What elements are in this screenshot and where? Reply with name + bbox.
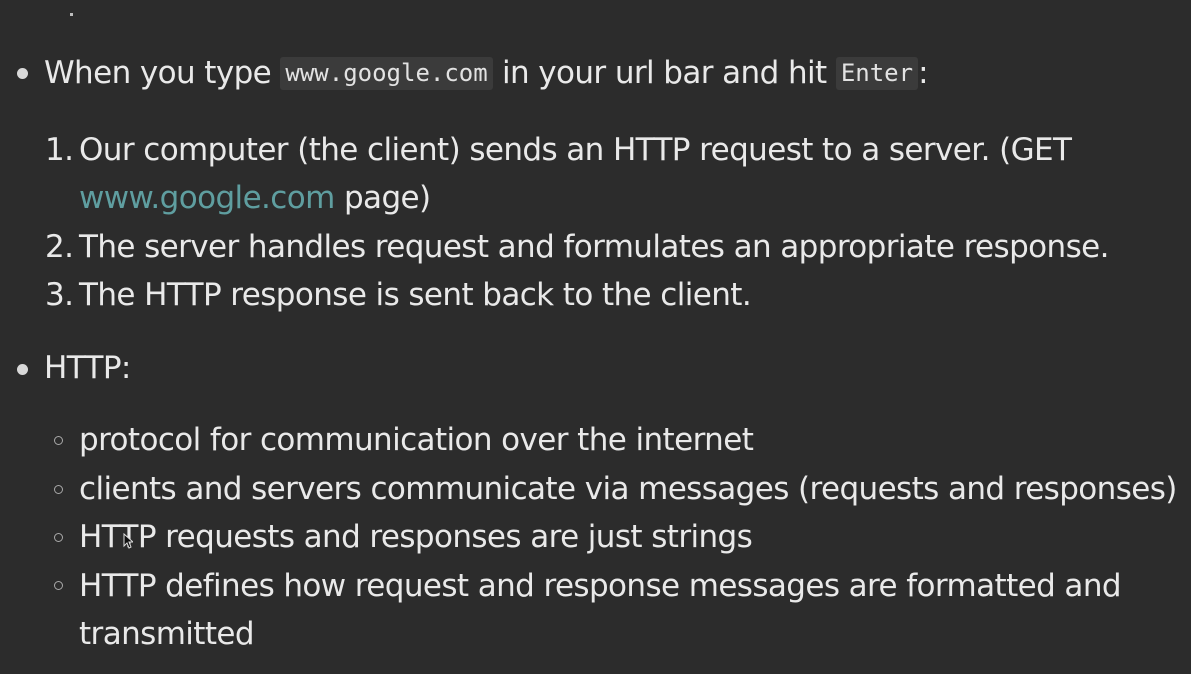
list-item-text: HTTP requests and responses are just str… xyxy=(79,519,753,555)
bullet-circle xyxy=(54,485,63,494)
bullet-item-http: HTTP: xyxy=(44,348,131,388)
bullet-text-prefix: When you type xyxy=(44,55,281,91)
google-link[interactable]: www.google.com xyxy=(79,180,335,216)
ordered-number: 3. xyxy=(45,277,74,313)
list-item-text: protocol for communication over the inte… xyxy=(79,422,754,458)
ordered-item-text: page) xyxy=(334,180,431,216)
list-item-text: clients and servers communicate via mess… xyxy=(79,471,1177,507)
http-point-1: protocol for communication over the inte… xyxy=(79,420,754,460)
ordered-item-2: 2. The server handles request and formula… xyxy=(45,227,1109,267)
http-point-3: HTTP requests and responses are just str… xyxy=(79,517,753,557)
bullet-circle xyxy=(54,533,63,542)
list-item-text: HTTP defines how request and response me… xyxy=(79,568,1122,604)
inline-code-enter: Enter xyxy=(835,57,919,90)
http-point-4: HTTP defines how request and response me… xyxy=(79,566,1122,606)
bullet-circle xyxy=(54,436,63,445)
ordered-item-text: Our computer (the client) sends an HTTP … xyxy=(79,132,1072,168)
bullet-text: HTTP: xyxy=(44,350,131,386)
http-point-4-continued: transmitted xyxy=(79,614,255,654)
bullet-disc xyxy=(17,364,28,375)
ordered-item-3: 3. The HTTP response is sent back to the … xyxy=(45,275,752,315)
http-point-2: clients and servers communicate via mess… xyxy=(79,469,1177,509)
mouse-cursor-icon xyxy=(123,533,133,549)
stray-dot xyxy=(70,13,73,16)
bullet-circle xyxy=(54,581,63,590)
bullet-item-type-url: When you type www.google.com in your url… xyxy=(44,53,929,95)
list-item-text: transmitted xyxy=(79,616,255,652)
ordered-item-text: The server handles request and formulate… xyxy=(79,229,1109,265)
bullet-text-middle: in your url bar and hit xyxy=(492,55,836,91)
ordered-number: 2. xyxy=(45,229,74,265)
ordered-item-1-continued: www.google.com page) xyxy=(79,178,431,218)
bullet-disc xyxy=(17,68,28,79)
ordered-item-1: 1. Our computer (the client) sends an HTT… xyxy=(45,130,1072,170)
ordered-item-text: The HTTP response is sent back to the cl… xyxy=(79,277,752,313)
ordered-number: 1. xyxy=(45,132,74,168)
bullet-text-suffix: : xyxy=(918,55,928,91)
inline-code-url: www.google.com xyxy=(280,57,493,90)
